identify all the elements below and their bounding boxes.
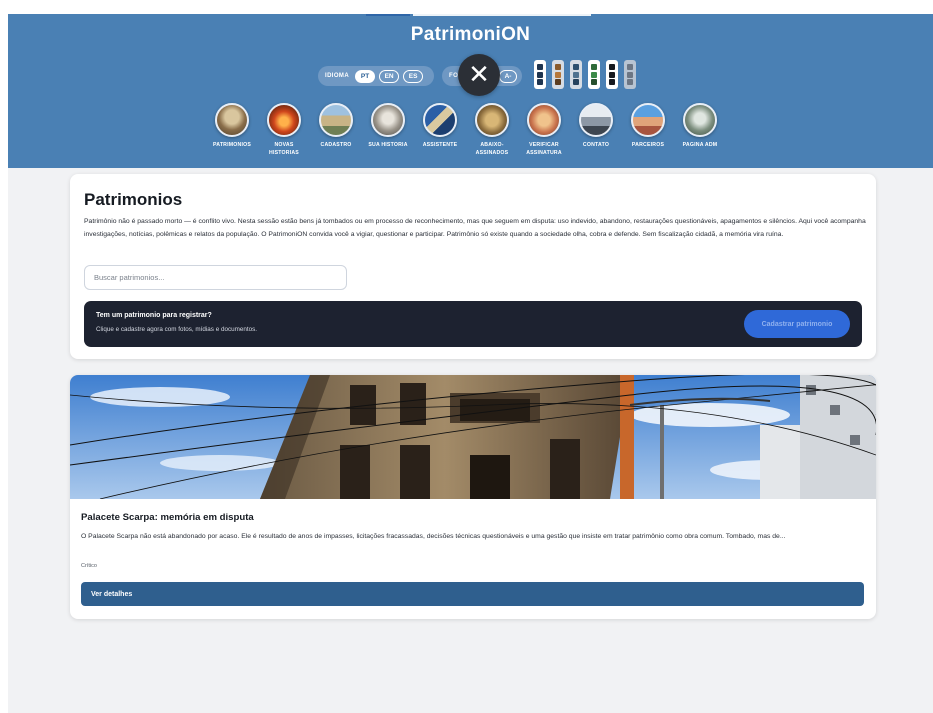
theme-swatch-green[interactable] [588,60,600,89]
register-banner: Tem um patrimonio para registrar? Clique… [84,301,862,347]
nav-label: PAGINA ADM [682,142,718,148]
nav-label: VERIFICAR ASSINATURA [526,142,562,157]
site-header: PatrimoniON IDIOMA PT EN ES FO A- ✕ PATR… [8,14,933,168]
nav-item-verificar-assinatura[interactable]: VERIFICAR ASSINATURA [518,103,570,158]
page: PatrimoniON IDIOMA PT EN ES FO A- ✕ PATR… [8,14,933,713]
verify-signature-icon [527,103,561,137]
view-details-button[interactable]: Ver detalhes [81,582,864,606]
heritage-facade-icon [215,103,249,137]
theme-swatches [534,60,636,89]
search-input[interactable] [84,265,347,290]
nav-item-parceiros[interactable]: PARCEIROS [622,103,674,158]
site-title[interactable]: PatrimoniON [8,24,933,46]
admin-page-icon [683,103,717,137]
nav-label: NOVAS HISTORIAS [269,142,299,157]
your-story-icon [371,103,405,137]
language-en-button[interactable]: EN [379,69,400,83]
language-switcher: IDIOMA PT EN ES [318,66,434,86]
language-es-button[interactable]: ES [403,69,424,83]
contact-icon [579,103,613,137]
nav-label: PATRIMONIOS [212,142,252,148]
nav-label: ABAIXO-ASSINADOS [475,142,509,157]
page-title: Patrimonios [84,190,183,209]
patrimonios-intro-card: Patrimonios Patrimônio não é passado mor… [70,174,876,359]
theme-swatch-dark[interactable] [606,60,618,89]
theme-swatch-default[interactable] [534,60,546,89]
language-label: IDIOMA [325,73,350,79]
nav-label: ASSISTENTE [422,142,458,148]
nav-item-sua-historia[interactable]: SUA HISTORIA [362,103,414,158]
patrimonio-title[interactable]: Palacete Scarpa: memória em disputa [81,512,254,523]
nav-item-pagina-adm[interactable]: PAGINA ADM [674,103,726,158]
palacete-scarpa-photo [70,375,876,499]
font-decrease-button[interactable]: A- [499,69,517,83]
main-navigation: PATRIMONIOS NOVAS HISTORIAS CADASTRO SUA… [206,103,726,158]
partners-icon [631,103,665,137]
theme-swatch-gray[interactable] [624,60,636,89]
theme-swatch-warm[interactable] [552,60,564,89]
nav-label: CONTATO [582,142,610,148]
nav-label: CADASTRO [320,142,352,148]
nav-item-assistente[interactable]: ASSISTENTE [414,103,466,158]
night-fire-icon [267,103,301,137]
register-patrimonio-button[interactable]: Cadastrar patrimonio [744,310,850,338]
language-pt-button[interactable]: PT [355,69,376,83]
nav-item-abaixo-assinados[interactable]: ABAIXO-ASSINADOS [466,103,518,158]
nav-label: SUA HISTORIA [368,142,408,148]
nav-label: PARCEIROS [631,142,665,148]
register-banner-subtitle: Clique e cadastre agora com fotos, mídia… [96,326,258,333]
theme-swatch-cool[interactable] [570,60,582,89]
nav-item-cadastro[interactable]: CADASTRO [310,103,362,158]
header-accent-strip [413,14,591,16]
header-accent-strip [366,14,410,16]
patrimonio-excerpt: O Palacete Scarpa não está abandonado po… [81,533,786,540]
register-building-icon [319,103,353,137]
petition-icon [475,103,509,137]
status-badge: Crítico [81,563,97,569]
assistant-icon [423,103,457,137]
nav-item-patrimonios[interactable]: PATRIMONIOS [206,103,258,158]
nav-item-contato[interactable]: CONTATO [570,103,622,158]
register-banner-title: Tem um patrimonio para registrar? [96,312,212,319]
nav-item-novas-historias[interactable]: NOVAS HISTORIAS [258,103,310,158]
close-icon[interactable]: ✕ [458,54,500,96]
patrimonio-card: Palacete Scarpa: memória em disputa O Pa… [70,375,876,619]
intro-description: Patrimônio não é passado morto — é confl… [84,218,866,238]
